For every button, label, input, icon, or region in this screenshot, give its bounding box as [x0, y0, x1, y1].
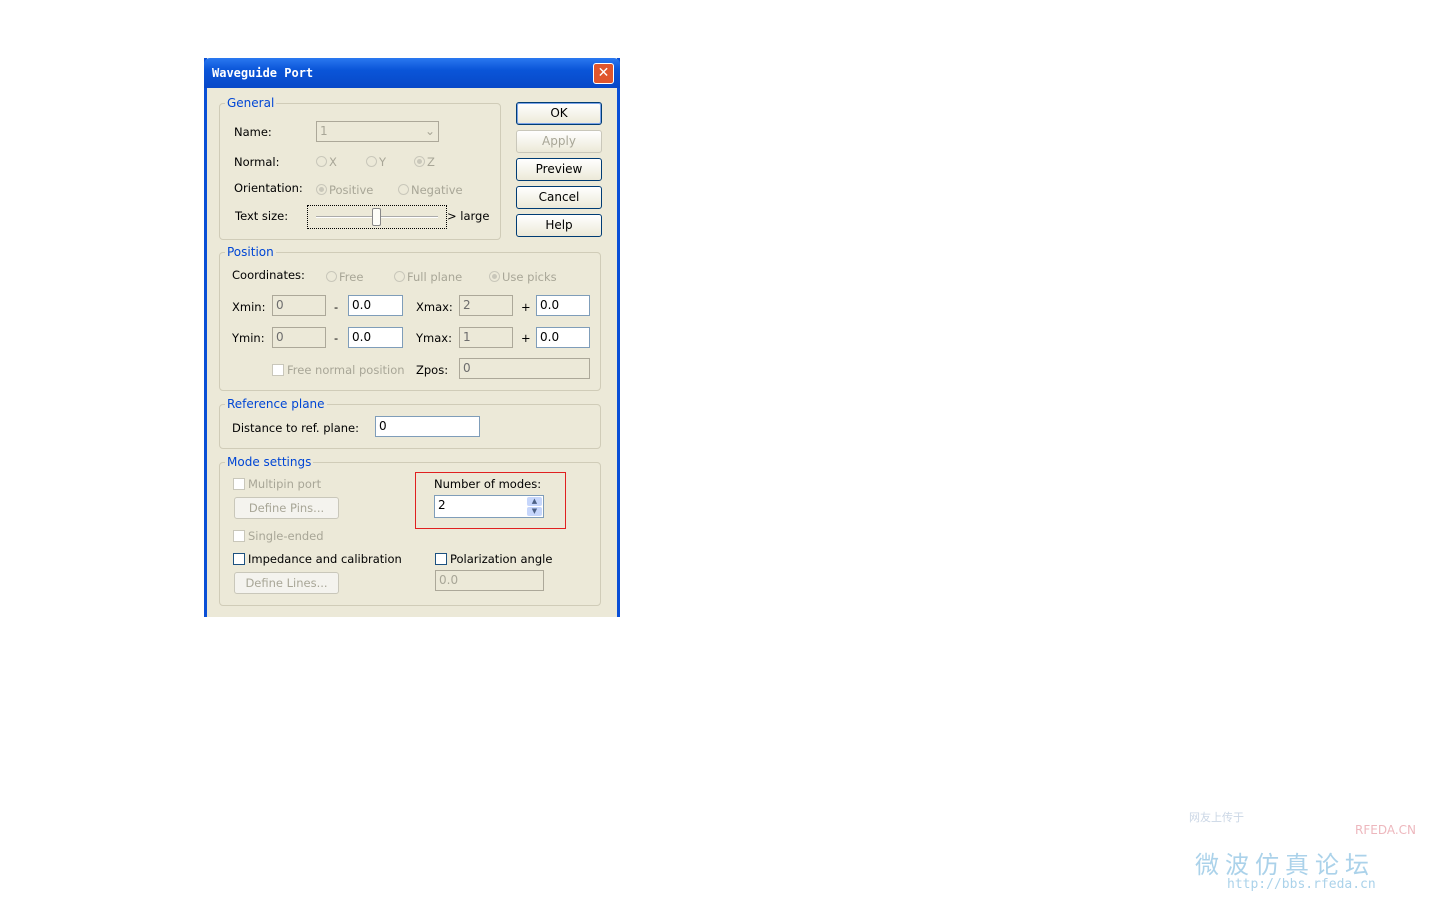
name-label: Name:: [234, 125, 272, 139]
ymin-offset-input[interactable]: 0.0: [348, 327, 403, 348]
reference-plane-label: Reference plane: [225, 397, 327, 411]
ymax-input[interactable]: 1: [459, 327, 513, 348]
name-value: 1: [320, 124, 328, 138]
text-size-label: Text size:: [235, 209, 289, 223]
num-modes-value: 2: [438, 498, 446, 512]
normal-x-radio[interactable]: X: [316, 155, 337, 169]
normal-y-radio[interactable]: Y: [366, 155, 386, 169]
xmin-offset-input[interactable]: 0.0: [348, 295, 403, 316]
distance-label: Distance to ref. plane:: [232, 421, 359, 435]
plus-sign: +: [521, 300, 531, 314]
name-select[interactable]: 1 ⌄: [316, 121, 439, 142]
orientation-positive-radio[interactable]: Positive: [316, 183, 373, 197]
multipin-checkbox[interactable]: Multipin port: [233, 477, 321, 491]
distance-input[interactable]: 0: [375, 416, 480, 437]
num-modes-spinner[interactable]: 2 ▲ ▼: [434, 495, 544, 518]
coord-use-picks-radio[interactable]: Use picks: [489, 270, 557, 284]
xmax-input[interactable]: 2: [459, 295, 513, 316]
xmax-label: Xmax:: [416, 300, 453, 314]
text-size-suffix: > large: [447, 209, 490, 223]
watermark-url: http://bbs.rfeda.cn: [1227, 877, 1376, 892]
zpos-label: Zpos:: [416, 363, 449, 377]
close-button[interactable]: ✕: [593, 63, 614, 84]
general-label: General: [225, 96, 277, 110]
xmin-input[interactable]: 0: [272, 295, 326, 316]
coordinates-label: Coordinates:: [232, 268, 305, 282]
title-bar[interactable]: Waveguide Port ✕: [204, 58, 620, 88]
normal-z-radio[interactable]: Z: [414, 155, 435, 169]
ymax-label: Ymax:: [416, 331, 452, 345]
ymin-label: Ymin:: [232, 331, 265, 345]
polarization-checkbox[interactable]: Polarization angle: [435, 552, 552, 566]
zpos-input[interactable]: 0: [459, 358, 590, 379]
position-label: Position: [225, 245, 276, 259]
ok-button[interactable]: OK: [516, 102, 602, 125]
polarization-input[interactable]: 0.0: [435, 570, 544, 591]
help-button[interactable]: Help: [516, 214, 602, 237]
spin-down-icon[interactable]: ▼: [527, 507, 542, 516]
watermark-line1: 网友上传于: [1189, 811, 1244, 824]
xmax-offset-input[interactable]: 0.0: [536, 295, 590, 316]
cancel-button[interactable]: Cancel: [516, 186, 602, 209]
orientation-negative-radio[interactable]: Negative: [398, 183, 463, 197]
minus-sign: -: [334, 300, 339, 314]
slider-thumb[interactable]: [372, 208, 381, 226]
minus-sign: -: [334, 331, 339, 345]
normal-label: Normal:: [234, 155, 280, 169]
single-ended-checkbox[interactable]: Single-ended: [233, 529, 324, 543]
impedance-checkbox[interactable]: Impedance and calibration: [233, 552, 402, 566]
num-modes-label: Number of modes:: [434, 477, 542, 491]
text-size-slider[interactable]: [307, 205, 447, 229]
coord-full-plane-radio[interactable]: Full plane: [394, 270, 462, 284]
apply-button[interactable]: Apply: [516, 130, 602, 153]
watermark-brand: RFEDA.CN: [1355, 823, 1417, 837]
define-pins-button[interactable]: Define Pins...: [234, 497, 339, 519]
xmin-label: Xmin:: [232, 300, 266, 314]
watermark: 网友上传于 RFEDA.CN 微波仿真论坛 http://bbs.rfeda.c…: [1185, 805, 1425, 895]
define-lines-button[interactable]: Define Lines...: [234, 572, 339, 594]
plus-sign: +: [521, 331, 531, 345]
close-icon: ✕: [597, 65, 610, 81]
orientation-label: Orientation:: [234, 181, 303, 195]
dialog-title: Waveguide Port: [212, 66, 314, 80]
ymax-offset-input[interactable]: 0.0: [536, 327, 590, 348]
mode-settings-label: Mode settings: [225, 455, 314, 469]
free-normal-checkbox[interactable]: Free normal position: [272, 363, 405, 377]
preview-button[interactable]: Preview: [516, 158, 602, 181]
spin-up-icon[interactable]: ▲: [527, 497, 542, 506]
watermark-name: 微波仿真论坛: [1195, 851, 1375, 879]
chevron-down-icon: ⌄: [424, 124, 435, 138]
coord-free-radio[interactable]: Free: [326, 270, 363, 284]
ymin-input[interactable]: 0: [272, 327, 326, 348]
